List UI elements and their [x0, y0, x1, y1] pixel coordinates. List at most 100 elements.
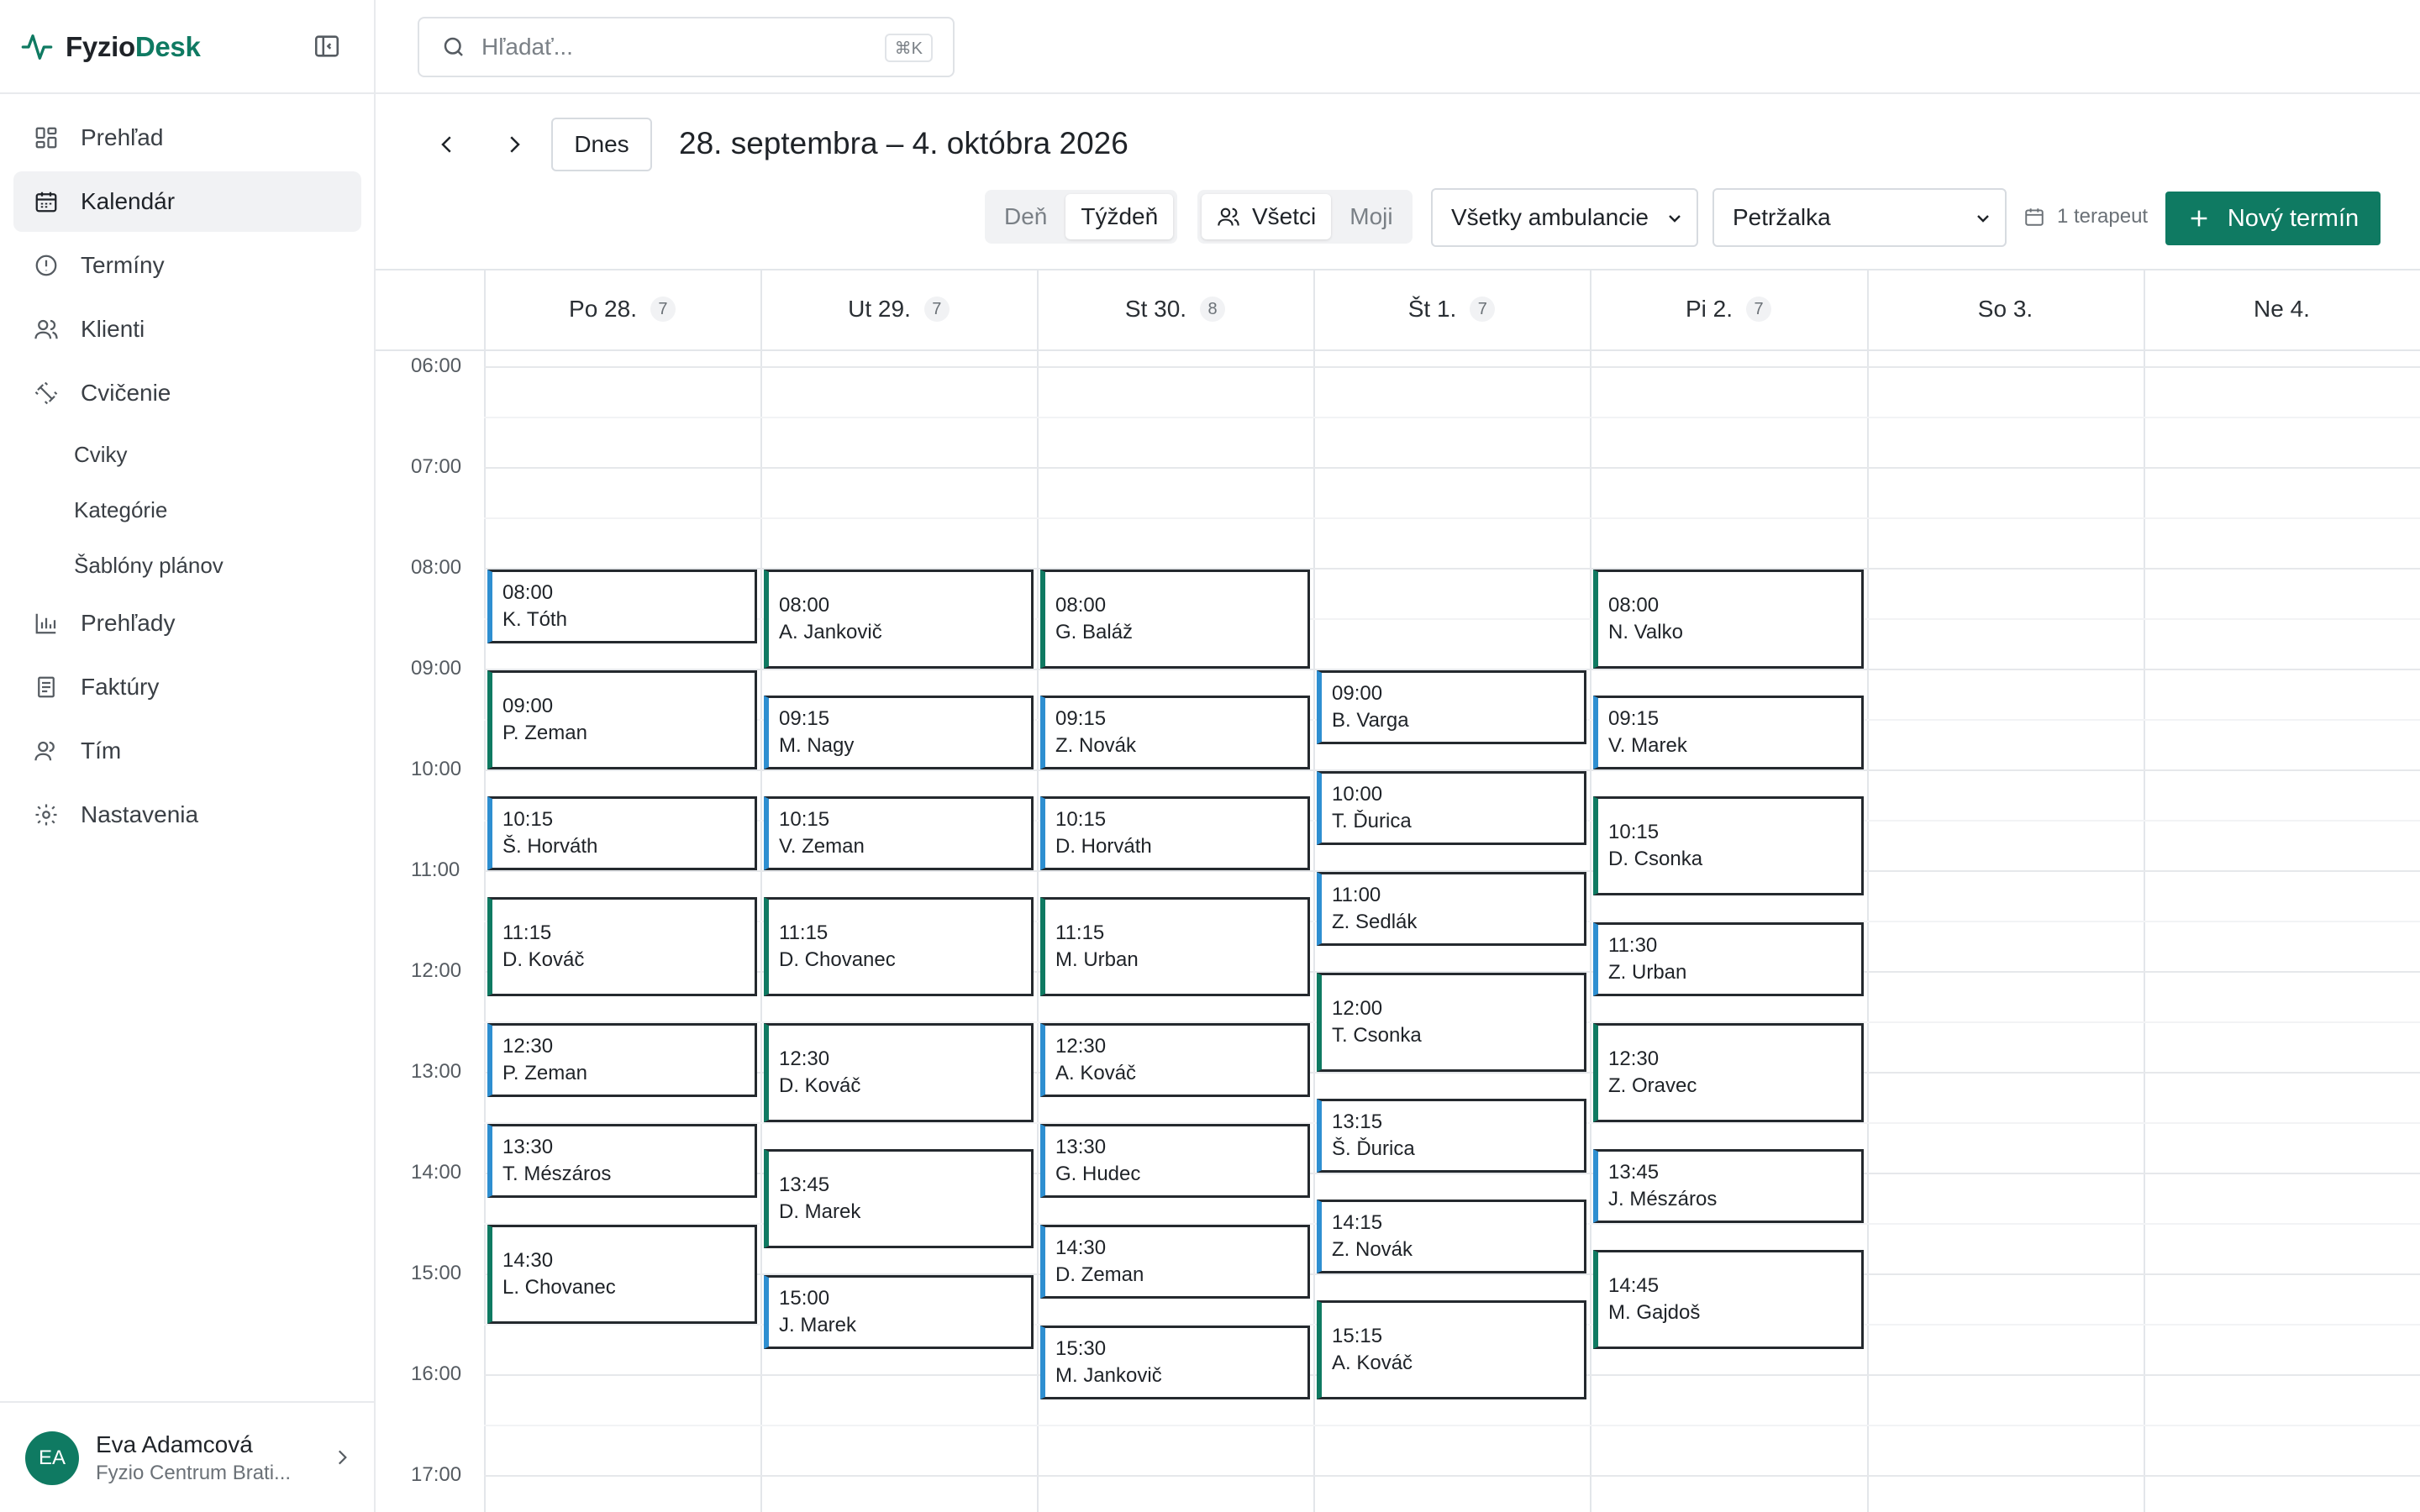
appointment-card[interactable]: 14:30 D. Zeman	[1040, 1225, 1310, 1299]
appointment-client: T. Mészáros	[502, 1163, 612, 1185]
search-placeholder: Hľadať...	[481, 34, 573, 60]
appointment-client: Z. Urban	[1608, 961, 1687, 984]
appointment-card[interactable]: 09:15 M. Nagy	[764, 696, 1034, 769]
filter-all-button[interactable]: Všetci	[1202, 194, 1332, 239]
appointment-card[interactable]: 15:30 M. Jankovič	[1040, 1326, 1310, 1399]
appointment-card[interactable]: 13:15 Š. Ďurica	[1317, 1099, 1586, 1173]
appointment-card[interactable]: 10:00 T. Ďurica	[1317, 771, 1586, 845]
appointment-client: D. Horváth	[1055, 835, 1152, 858]
search-input[interactable]: Hľadať... ⌘K	[418, 17, 955, 77]
appointment-client: D. Kováč	[502, 948, 585, 971]
sidebar-item-label: Kalendár	[81, 188, 176, 214]
time-label: 10:00	[411, 758, 462, 780]
sidebar-subitem-kategorie[interactable]: Kategórie	[13, 482, 361, 538]
sidebar-item-terminy[interactable]: Termíny	[13, 235, 361, 296]
appointment-client: B. Varga	[1332, 709, 1409, 732]
sidebar-collapse-icon[interactable]	[313, 32, 341, 60]
day-header[interactable]: Ne 4.	[2144, 270, 2420, 348]
user-menu[interactable]: EA Eva Adamcová Fyzio Centrum Brati...	[25, 1428, 353, 1488]
appointment-card[interactable]: 09:00 P. Zeman	[487, 670, 757, 769]
appointment-card[interactable]: 09:00 B. Varga	[1317, 670, 1586, 744]
sidebar-item-klienti[interactable]: Klienti	[13, 299, 361, 360]
calendar-icon	[35, 192, 57, 213]
appointment-card[interactable]: 12:30 P. Zeman	[487, 1023, 757, 1097]
appointment-card[interactable]: 14:15 Z. Novák	[1317, 1200, 1586, 1273]
prev-week-button[interactable]	[430, 128, 464, 161]
appointment-card[interactable]: 13:45 D. Marek	[764, 1149, 1034, 1248]
appointment-card[interactable]: 10:15 Š. Horváth	[487, 796, 757, 870]
appointment-card[interactable]: 14:45 M. Gajdoš	[1593, 1250, 1864, 1349]
therapist-count: 1 terapeut	[2023, 205, 2148, 228]
hour-gridline	[484, 467, 2420, 469]
appointment-card[interactable]: 08:00 K. Tóth	[487, 570, 757, 643]
appointment-card[interactable]: 12:00 T. Csonka	[1317, 973, 1586, 1072]
appointment-card[interactable]: 10:15 V. Zeman	[764, 796, 1034, 870]
appointment-time: 11:00	[1332, 884, 1381, 906]
appointment-card[interactable]: 11:15 M. Urban	[1040, 897, 1310, 996]
appointment-card[interactable]: 12:30 Z. Oravec	[1593, 1023, 1864, 1122]
appointment-client: J. Marek	[779, 1314, 857, 1336]
appointment-client: Z. Oravec	[1608, 1074, 1697, 1097]
day-header[interactable]: St 30. 8	[1037, 270, 1313, 348]
brand-name: FyzioDesk	[66, 31, 201, 62]
sidebar-subitem-sablony[interactable]: Šablóny plánov	[13, 538, 361, 593]
day-header[interactable]: Po 28. 7	[484, 270, 760, 348]
new-appointment-button[interactable]: Nový termín	[2165, 192, 2381, 245]
appointment-card[interactable]: 11:15 D. Chovanec	[764, 897, 1034, 996]
sidebar-item-nastavenia[interactable]: Nastavenia	[13, 785, 361, 845]
appointment-card[interactable]: 11:15 D. Kováč	[487, 897, 757, 996]
appointment-card[interactable]: 11:30 Z. Urban	[1593, 922, 1864, 996]
day-header[interactable]: So 3.	[1867, 270, 2144, 348]
time-label: 15:00	[411, 1262, 462, 1284]
appointment-card[interactable]: 10:15 D. Csonka	[1593, 796, 1864, 895]
filter-mine-button[interactable]: Moji	[1334, 194, 1407, 239]
appointment-card[interactable]: 14:30 L. Chovanec	[487, 1225, 757, 1324]
next-week-button[interactable]	[497, 128, 531, 161]
view-day-button[interactable]: Deň	[989, 194, 1062, 239]
appointment-card[interactable]: 13:45 J. Mészáros	[1593, 1149, 1864, 1223]
sidebar-item-cvicenie[interactable]: Cvičenie	[13, 363, 361, 423]
appointment-time: 08:00	[779, 594, 830, 617]
appointment-card[interactable]: 10:15 D. Horváth	[1040, 796, 1310, 870]
appointment-card[interactable]: 13:30 G. Hudec	[1040, 1124, 1310, 1198]
day-header[interactable]: Pi 2. 7	[1590, 270, 1867, 348]
day-header[interactable]: Št 1. 7	[1313, 270, 1590, 348]
appointment-client: K. Tóth	[502, 608, 567, 631]
appointment-client: L. Chovanec	[502, 1276, 616, 1299]
clinic-select[interactable]: Všetky ambulancie	[1431, 188, 1698, 247]
appointment-card[interactable]: 12:30 A. Kováč	[1040, 1023, 1310, 1097]
appointment-card[interactable]: 09:15 V. Marek	[1593, 696, 1864, 769]
today-button[interactable]: Dnes	[551, 118, 652, 171]
day-column-divider	[1867, 269, 1869, 1512]
appointment-time: 12:30	[1055, 1035, 1107, 1058]
sidebar-item-kalendar[interactable]: Kalendár	[13, 171, 361, 232]
view-week-button[interactable]: Týždeň	[1065, 194, 1174, 239]
appointment-card[interactable]: 09:15 Z. Novák	[1040, 696, 1310, 769]
day-header-label: So 3.	[1977, 296, 2033, 322]
appointment-time: 08:00	[1608, 594, 1660, 617]
appointment-card[interactable]: 15:00 J. Marek	[764, 1275, 1034, 1349]
branch-select[interactable]: Petržalka	[1712, 188, 2007, 247]
appointment-card[interactable]: 08:00 G. Baláž	[1040, 570, 1310, 669]
sidebar-item-faktury[interactable]: Faktúry	[13, 657, 361, 717]
brand-logo[interactable]: FyzioDesk	[20, 24, 201, 71]
appointment-card[interactable]: 15:15 A. Kováč	[1317, 1300, 1586, 1399]
sidebar-item-label: Prehľad	[81, 124, 164, 150]
appointment-card[interactable]: 12:30 D. Kováč	[764, 1023, 1034, 1122]
sidebar-item-prehlady[interactable]: Prehľady	[13, 593, 361, 654]
appointment-card[interactable]: 11:00 Z. Sedlák	[1317, 872, 1586, 946]
sidebar-item-prehlad[interactable]: Prehľad	[13, 108, 361, 168]
appointment-client: T. Ďurica	[1332, 810, 1412, 832]
therapist-filter-toggle: Všetci Moji	[1197, 190, 1413, 244]
sidebar-subitem-cviky[interactable]: Cviky	[13, 427, 361, 482]
users-icon	[1218, 207, 1239, 226]
sidebar-item-tim[interactable]: Tím	[13, 721, 361, 781]
appointment-time: 09:15	[1608, 707, 1660, 730]
day-header[interactable]: Ut 29. 7	[760, 270, 1037, 348]
appointment-client: D. Kováč	[779, 1074, 861, 1097]
appointment-card[interactable]: 08:00 N. Valko	[1593, 570, 1864, 669]
appointment-card[interactable]: 13:30 T. Mészáros	[487, 1124, 757, 1198]
new-appointment-label: Nový termín	[2227, 204, 2360, 232]
view-toggle: Deň Týždeň	[985, 190, 1178, 244]
appointment-card[interactable]: 08:00 A. Jankovič	[764, 570, 1034, 669]
